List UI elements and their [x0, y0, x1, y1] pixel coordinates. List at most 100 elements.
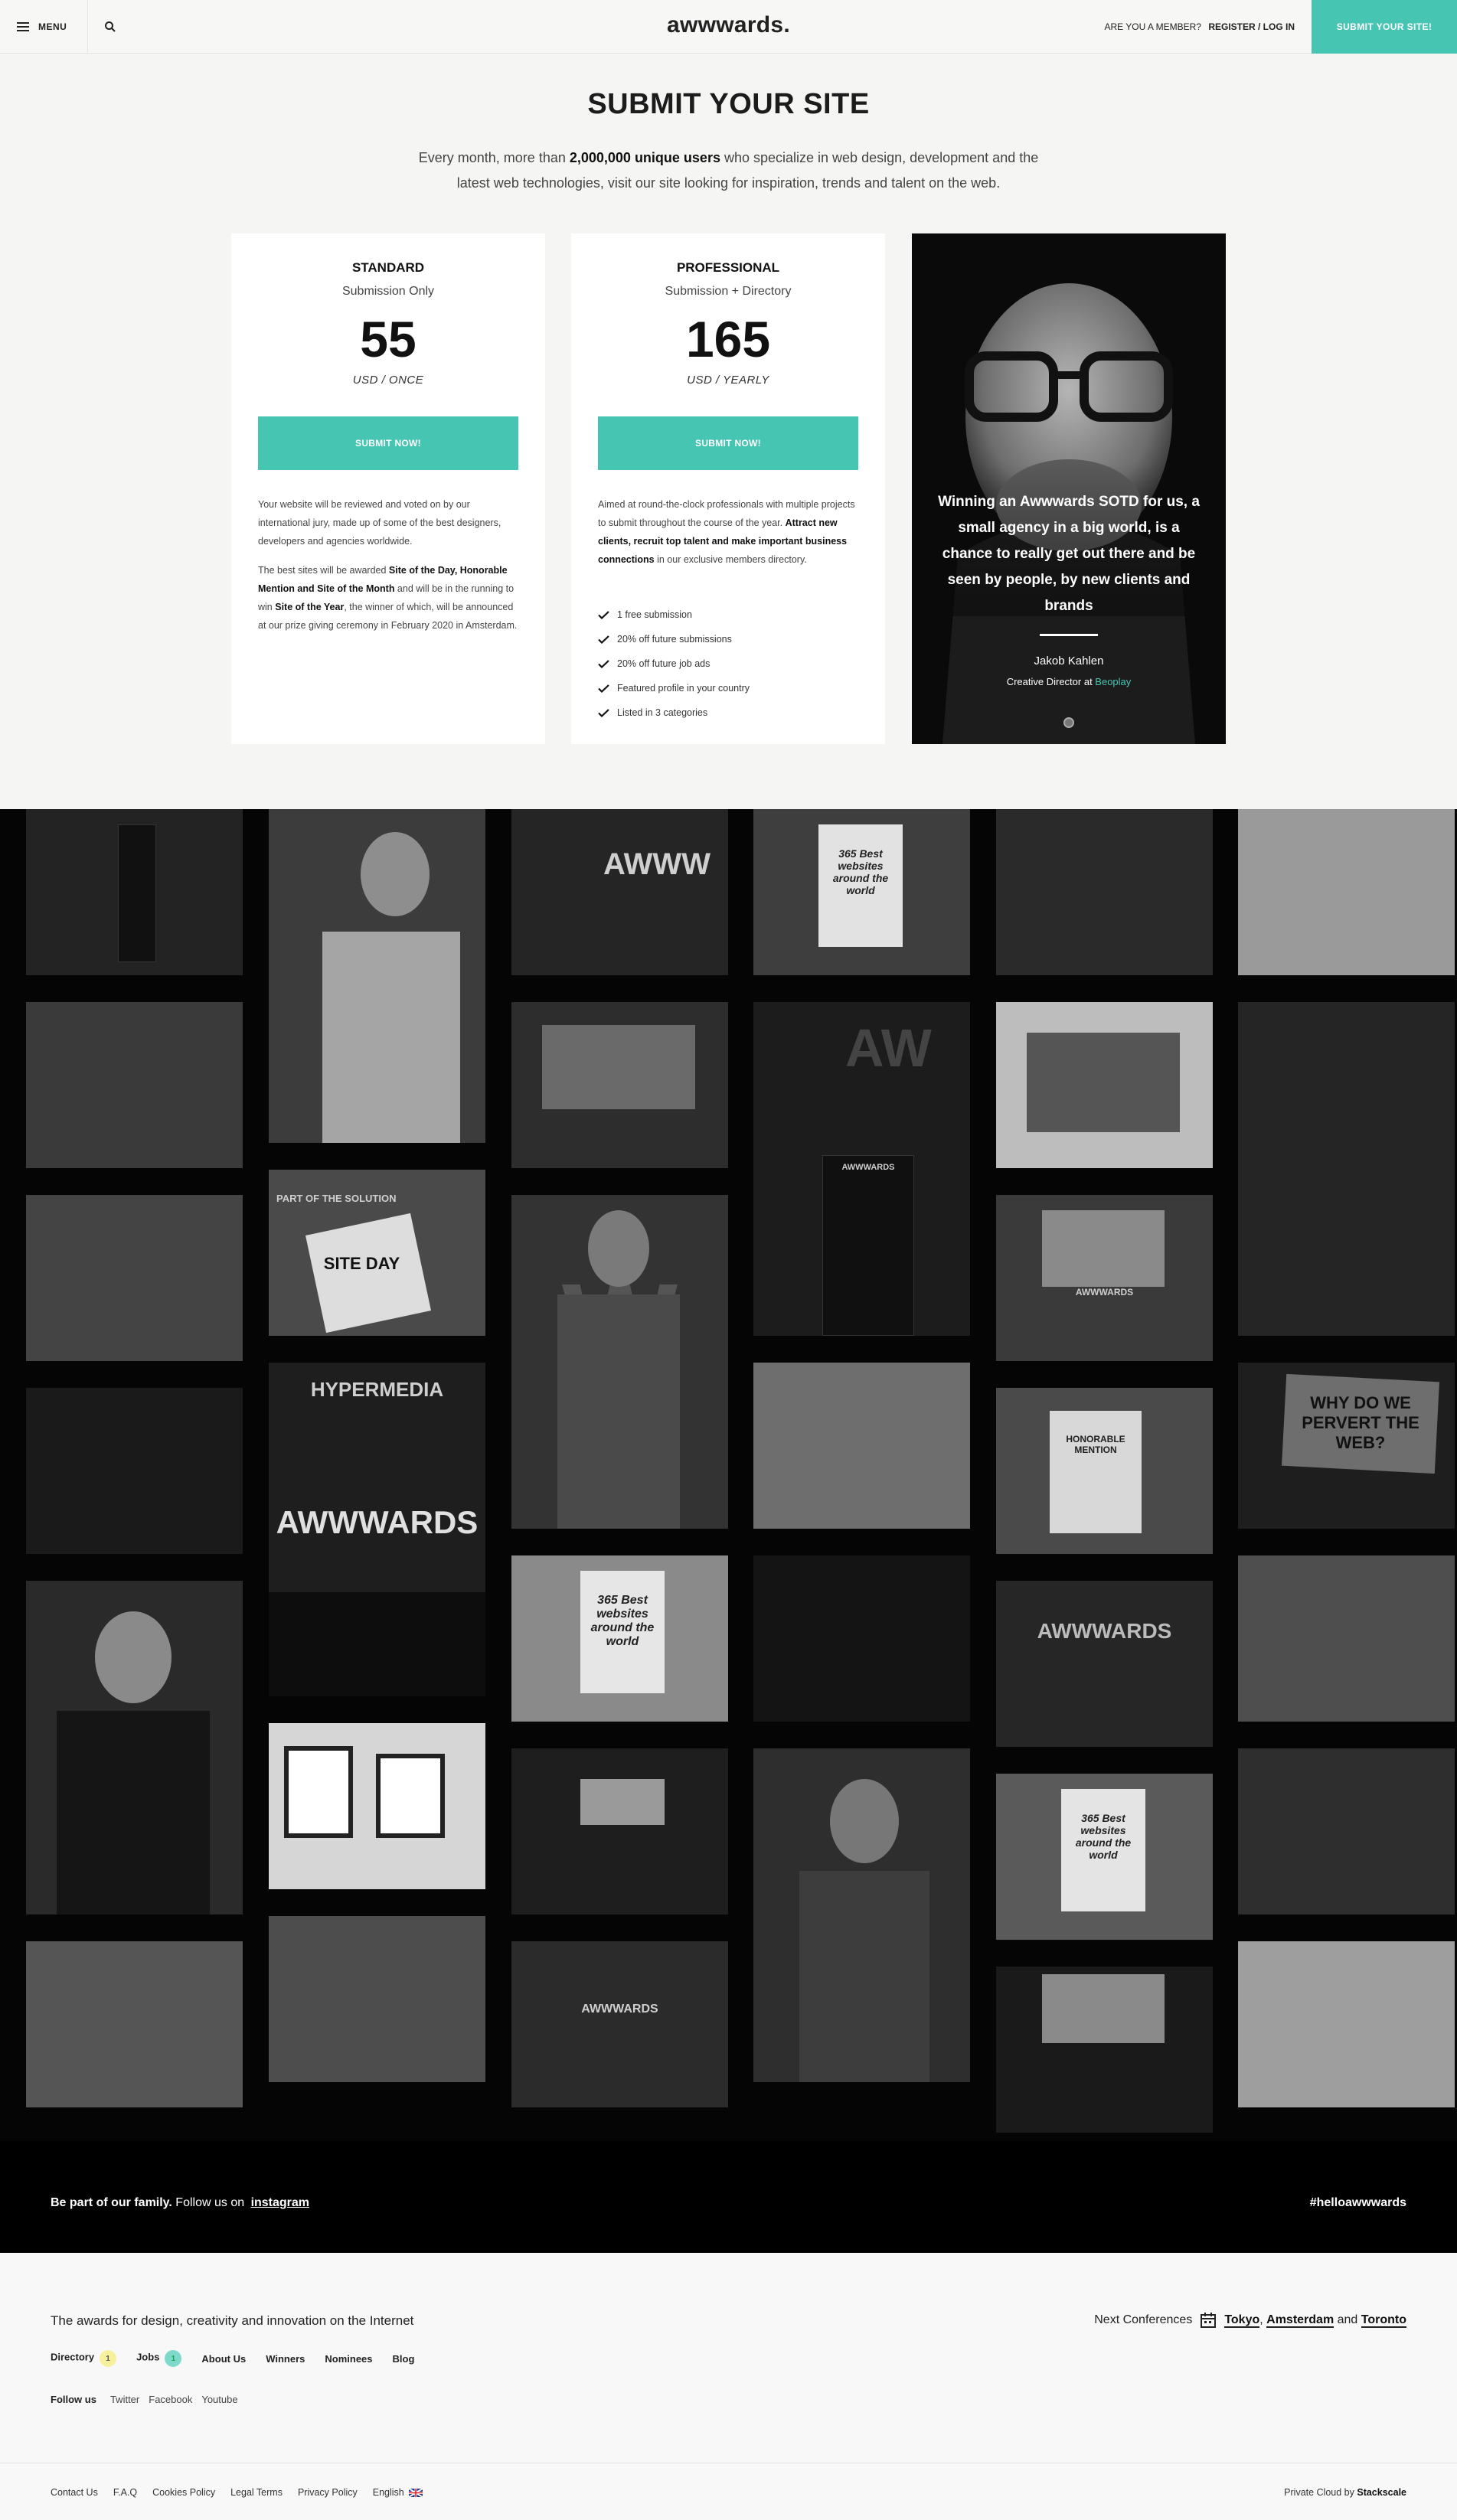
facebook-link[interactable]: Facebook	[149, 2394, 192, 2405]
twitter-link[interactable]: Twitter	[110, 2394, 139, 2405]
gallery-photo: WHY DO WE PERVERT THE WEB?	[1238, 1363, 1455, 1529]
footer-nav-about[interactable]: About Us	[201, 2353, 246, 2365]
photo-text: 365 Best websites around the world	[1075, 1812, 1132, 1861]
feature-label: 20% off future job ads	[617, 658, 711, 669]
photo-text: HYPERMEDIA	[310, 1378, 444, 1401]
testimonial-quote: Winning an Awwwards SOTD for us, a small…	[938, 494, 1200, 614]
hashtag[interactable]: #helloawwwards	[1310, 2196, 1406, 2210]
check-icon	[598, 708, 609, 717]
footer-nav-blog[interactable]: Blog	[393, 2353, 415, 2365]
uk-flag-icon	[408, 2489, 423, 2498]
gallery-photo	[26, 1941, 243, 2107]
carousel-dot[interactable]	[1063, 717, 1074, 728]
hero-sub-bold: 2,000,000 unique users	[569, 150, 720, 165]
site-header: MENU awwwards. ARE YOU A MEMBER? REGISTE…	[0, 0, 1457, 54]
faq-link[interactable]: F.A.Q	[113, 2487, 137, 2498]
follow-us-label: Follow us	[51, 2394, 96, 2405]
social-links: Follow us Twitter Facebook Youtube	[51, 2394, 238, 2405]
footer-nav-winners[interactable]: Winners	[266, 2353, 305, 2365]
desc-text: The best sites will be awarded	[258, 565, 389, 576]
role-text: Creative Director at	[1006, 676, 1096, 687]
quote-divider	[1040, 634, 1098, 636]
gallery-photo: AWWWARDS	[996, 1581, 1213, 1747]
plan-desc-p1: Your website will be reviewed and voted …	[258, 499, 501, 547]
gallery-photo	[26, 1195, 243, 1361]
site-footer: The awards for design, creativity and in…	[0, 2253, 1457, 2520]
gallery-photo	[1238, 1002, 1455, 1336]
nav-label: Jobs	[136, 2351, 160, 2363]
photo-text: SITE DAY	[323, 1254, 400, 1273]
legal-terms-link[interactable]: Legal Terms	[230, 2487, 283, 2498]
conf-link-amsterdam[interactable]: Amsterdam	[1266, 2313, 1334, 2328]
plan-desc-p1: Aimed at round-the-clock professionals w…	[598, 495, 858, 569]
desc-bold: Site of the Year	[275, 602, 345, 612]
gallery-photo: 365 Best websites around the world	[753, 809, 970, 975]
footer-nav-directory[interactable]: Directory 1	[51, 2350, 117, 2367]
gallery-photo	[269, 1916, 485, 2082]
photo-text: AWWWARDS	[276, 1504, 479, 1540]
gallery-photo	[269, 809, 485, 1143]
footer-nav-jobs[interactable]: Jobs 1	[136, 2350, 182, 2367]
gallery-photo	[996, 1002, 1213, 1168]
check-icon	[598, 684, 609, 693]
instagram-link[interactable]: instagram	[251, 2196, 309, 2209]
cookies-link[interactable]: Cookies Policy	[152, 2487, 215, 2498]
stackscale-link[interactable]: Stackscale	[1357, 2487, 1406, 2498]
check-icon	[598, 659, 609, 668]
company-link[interactable]: Beoplay	[1095, 676, 1131, 687]
check-icon	[598, 610, 609, 619]
photo-text: AWWWARDS	[581, 2003, 658, 2016]
follow-bold: Be part of our family.	[51, 2196, 172, 2209]
photo-text: 365 Best websites around the world	[590, 1594, 655, 1648]
footer-nav: Directory 1 Jobs 1 About Us Winners Nomine…	[51, 2350, 414, 2367]
photo-text: AWWWARDS	[841, 1163, 895, 1172]
submit-now-button[interactable]: SUBMIT NOW!	[258, 416, 518, 470]
feature-item: Featured profile in your country	[598, 676, 858, 700]
privacy-link[interactable]: Privacy Policy	[298, 2487, 358, 2498]
plan-desc-p2: The best sites will be awarded Site of t…	[258, 561, 518, 635]
next-conferences: Next Conferences Tokyo, Amsterdam and To…	[1094, 2312, 1406, 2329]
contact-link[interactable]: Contact Us	[51, 2487, 98, 2498]
gallery-photo: AWWWARDS	[996, 1195, 1213, 1361]
testimonial-name: Jakob Kahlen	[1034, 654, 1104, 668]
member-area: ARE YOU A MEMBER? REGISTER / LOG IN	[1104, 21, 1295, 32]
plan-name: STANDARD	[351, 260, 425, 275]
gallery-photo	[26, 809, 243, 975]
gallery-photo	[26, 1581, 243, 1914]
conf-sep: and	[1334, 2313, 1361, 2326]
menu-button[interactable]: MENU	[17, 0, 67, 54]
nav-label: Directory	[51, 2351, 95, 2363]
search-icon[interactable]	[104, 21, 116, 33]
gallery-photo	[753, 1555, 970, 1722]
count-badge: 1	[165, 2350, 182, 2367]
calendar-icon	[1201, 2313, 1217, 2328]
submit-now-button[interactable]: SUBMIT NOW!	[598, 416, 858, 470]
footer-nav-nominees[interactable]: Nominees	[325, 2353, 372, 2365]
youtube-link[interactable]: Youtube	[201, 2394, 237, 2405]
hero-sub-text: Every month, more than	[418, 150, 570, 165]
conf-link-tokyo[interactable]: Tokyo	[1224, 2313, 1260, 2328]
conf-link-toronto[interactable]: Toronto	[1361, 2313, 1406, 2328]
photo-text: HONORABLE MENTION	[1066, 1434, 1125, 1455]
feature-item: 1 free submission	[598, 602, 858, 627]
submit-site-button[interactable]: SUBMIT YOUR SITE!	[1312, 0, 1457, 54]
next-conf-label: Next Conferences	[1094, 2313, 1193, 2326]
feature-item: 20% off future job ads	[598, 651, 858, 676]
photo-text: PART OF THE SOLUTION	[276, 1193, 397, 1204]
language-label: English	[372, 2487, 404, 2498]
gallery-photo	[26, 1388, 243, 1554]
logo[interactable]: awwwards.	[667, 12, 790, 38]
feature-label: Featured profile in your country	[617, 683, 750, 694]
photo-text: 365 Best websites around the world	[832, 847, 889, 896]
gallery-photo	[269, 1723, 485, 1889]
gallery-photo	[511, 1748, 728, 1914]
hero-subtitle: Every month, more than 2,000,000 unique …	[406, 145, 1051, 196]
hosting-credit: Private Cloud by Stackscale	[1284, 2487, 1406, 2498]
photo-text: AWWWARDS	[1037, 1619, 1172, 1643]
feature-label: 1 free submission	[617, 609, 692, 620]
language-selector[interactable]: English	[373, 2487, 423, 2498]
gallery-photo	[1238, 1941, 1455, 2107]
plan-period: USD / YEARLY	[687, 374, 769, 387]
register-login-link[interactable]: REGISTER / LOG IN	[1208, 21, 1295, 32]
plan-price: 165	[685, 311, 771, 367]
